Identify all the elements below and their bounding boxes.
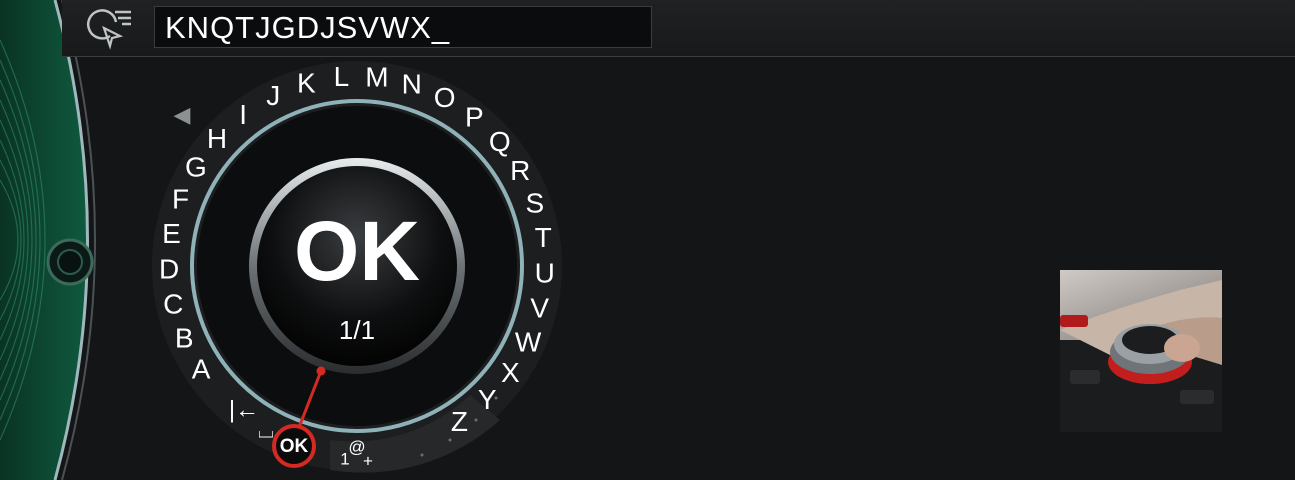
backspace-icon[interactable]: |← bbox=[229, 396, 259, 423]
letter-v[interactable]: V bbox=[530, 293, 549, 324]
letter-r[interactable]: R bbox=[510, 155, 530, 186]
letter-h[interactable]: H bbox=[207, 123, 227, 154]
letter-t[interactable]: T bbox=[535, 222, 552, 253]
letter-n[interactable]: N bbox=[402, 68, 422, 99]
letter-a[interactable]: A bbox=[192, 353, 211, 384]
letter-w[interactable]: W bbox=[515, 326, 542, 357]
letter-o[interactable]: O bbox=[434, 82, 456, 113]
letter-k[interactable]: K bbox=[297, 67, 316, 98]
letter-f[interactable]: F bbox=[172, 183, 189, 214]
letter-l[interactable]: L bbox=[334, 61, 350, 92]
special-chars-plus: + bbox=[363, 451, 373, 470]
page-indicator: 1/1 bbox=[339, 315, 375, 345]
letter-p[interactable]: P bbox=[465, 101, 484, 132]
idrive-controller-photo bbox=[1060, 270, 1222, 432]
space-icon[interactable]: ⌴ bbox=[258, 420, 274, 442]
letter-z[interactable]: Z bbox=[451, 406, 468, 437]
ok-button[interactable]: OK bbox=[272, 424, 316, 468]
letter-e[interactable]: E bbox=[162, 218, 181, 249]
letter-c[interactable]: C bbox=[163, 288, 183, 319]
letter-m[interactable]: M bbox=[365, 61, 388, 92]
letter-s[interactable]: S bbox=[526, 188, 545, 219]
letter-i[interactable]: I bbox=[239, 99, 247, 130]
center-ok-button[interactable]: OK bbox=[294, 204, 420, 298]
letter-j[interactable]: J bbox=[266, 80, 280, 111]
letter-u[interactable]: U bbox=[535, 258, 555, 289]
letter-q[interactable]: Q bbox=[489, 126, 511, 157]
previous-arrow-icon[interactable]: ◀ bbox=[174, 102, 191, 127]
letter-g[interactable]: G bbox=[185, 151, 207, 182]
letter-x[interactable]: X bbox=[501, 357, 520, 388]
ok-button-label: OK bbox=[280, 436, 309, 457]
letter-d[interactable]: D bbox=[159, 253, 179, 284]
letter-y[interactable]: Y bbox=[478, 384, 497, 415]
controller-illustration bbox=[1060, 280, 1222, 432]
letter-b[interactable]: B bbox=[175, 322, 194, 353]
